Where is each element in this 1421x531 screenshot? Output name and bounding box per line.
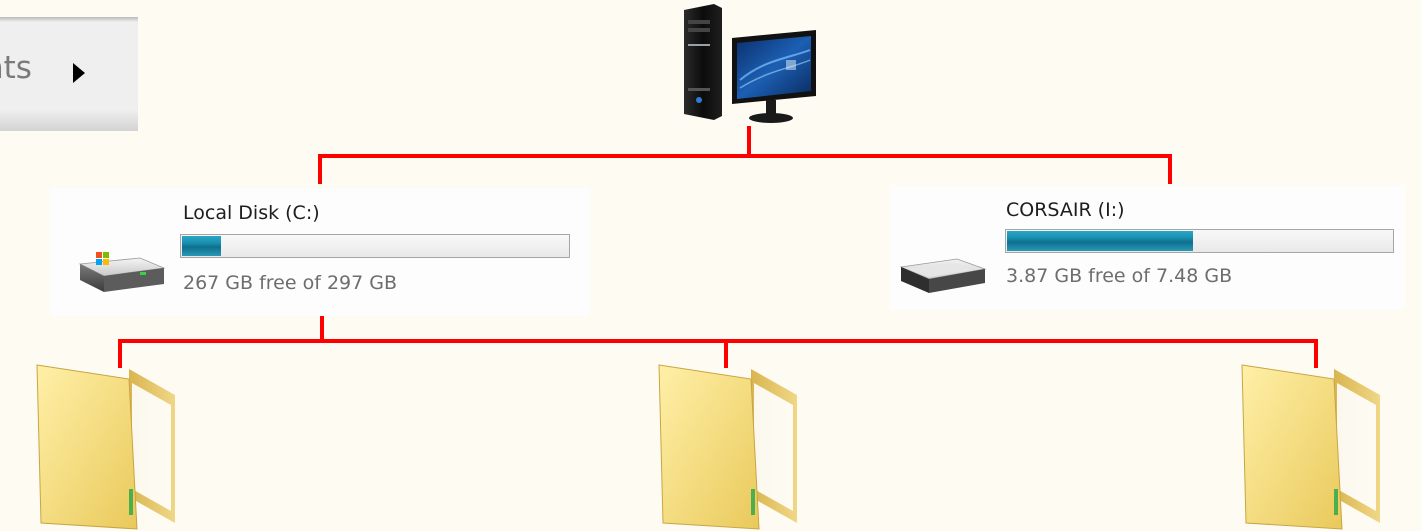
drive-free-space-label: 3.87 GB free of 7.48 GB bbox=[1006, 265, 1233, 287]
drive-corsair-i[interactable]: CORSAIR (I:) 3.87 GB free of 7.48 GB bbox=[890, 185, 1405, 310]
drive-free-space-label: 267 GB free of 297 GB bbox=[183, 272, 398, 294]
menu-fragment: nts bbox=[0, 17, 138, 131]
folder-icon[interactable] bbox=[33, 361, 183, 531]
drive-usage-fill bbox=[1007, 231, 1193, 251]
folder-icon[interactable] bbox=[1238, 361, 1388, 531]
drive-usage-fill bbox=[182, 236, 221, 256]
drive-usage-bar bbox=[180, 234, 570, 258]
desktop-computer-icon bbox=[684, 4, 816, 123]
drive-usage-bar bbox=[1005, 229, 1394, 253]
removable-drive-icon bbox=[899, 258, 987, 293]
menu-item-label: nts bbox=[0, 50, 32, 86]
drive-local-disk-c[interactable]: Local Disk (C:) 267 GB free of 297 GB bbox=[50, 188, 590, 316]
drive-name-label: Local Disk (C:) bbox=[183, 202, 320, 224]
submenu-arrow-icon bbox=[73, 63, 85, 83]
drive-name-label: CORSAIR (I:) bbox=[1006, 199, 1125, 221]
folder-icon[interactable] bbox=[655, 361, 805, 531]
windows-hard-drive-icon bbox=[78, 252, 166, 292]
